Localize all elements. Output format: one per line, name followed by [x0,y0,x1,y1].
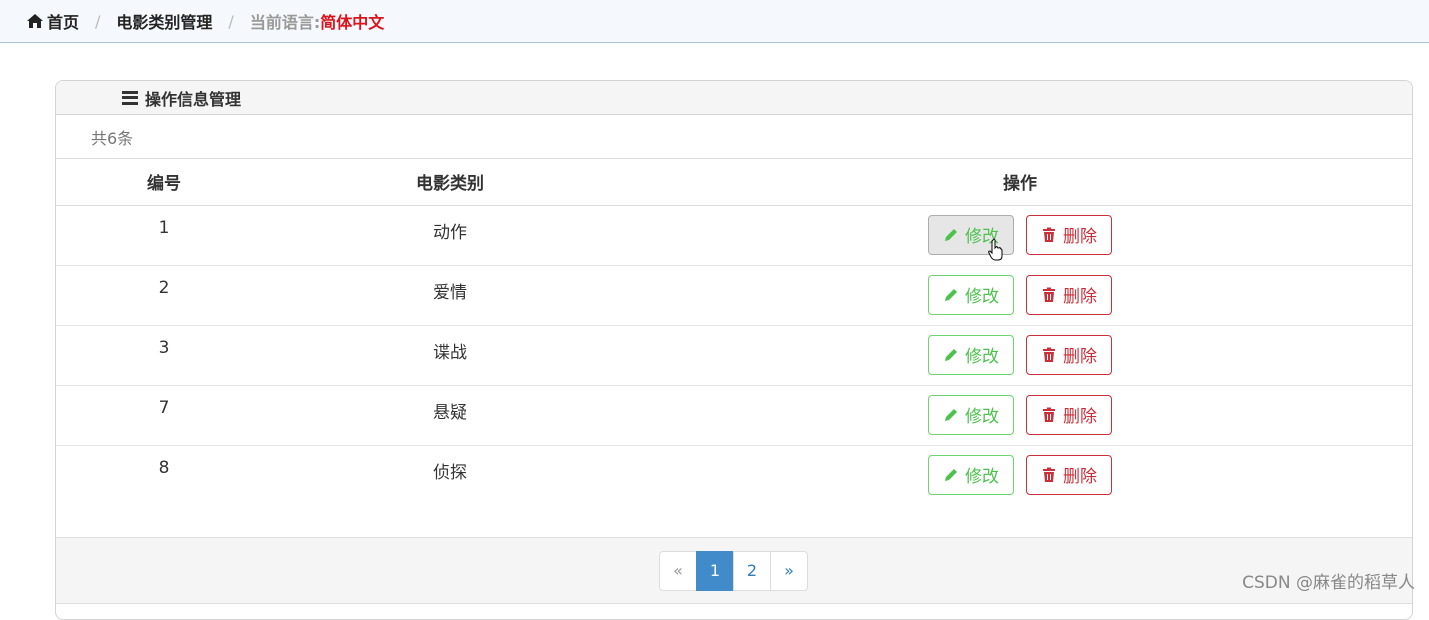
delete-button[interactable]: 删除 [1026,274,1112,315]
cell-actions: 修改 删除 [628,325,1412,385]
breadcrumb-home[interactable]: 首页 [47,9,79,33]
record-count-text: 共6条 [91,128,134,148]
cell-category: 悬疑 [433,402,467,423]
cell-id: 1 [158,217,170,238]
edit-label: 修改 [965,407,999,427]
hand-cursor-icon [988,238,1003,261]
trash-icon [1041,287,1057,303]
edit-label: 修改 [965,287,999,307]
table-spacer [56,505,1412,538]
home-icon[interactable] [26,13,44,29]
header-category: 电影类别 [272,159,628,206]
breadcrumb-section[interactable]: 电影类别管理 [116,9,212,33]
cell-category: 动作 [433,222,467,243]
breadcrumb: 首页 / 电影类别管理 / 当前语言: 简体中文 [0,0,1429,43]
panel-header: 操作信息管理 [56,81,1412,115]
table-row: 2 爱情 修改 删除 [56,265,1412,325]
panel-title: 操作信息管理 [145,89,242,109]
list-icon [122,90,138,105]
cell-actions: 修改 删除 [628,265,1412,325]
record-count: 共6条 [56,115,1412,159]
delete-label: 删除 [1063,407,1097,427]
cell-category: 谍战 [433,342,467,363]
category-table: 编号 电影类别 操作 1 动作 修改 删除 2 爱情 修改 删除 3 谍战 修改 删除 7 悬疑 修改 删除 8… [56,159,1412,505]
delete-button[interactable]: 删除 [1026,214,1112,255]
pencil-icon [943,467,959,483]
trash-icon [1041,467,1057,483]
cell-category: 爱情 [433,282,467,303]
edit-button[interactable]: 修改 [928,334,1014,375]
pencil-icon [943,347,959,363]
cell-id: 7 [158,397,170,418]
breadcrumb-separator: / [95,11,101,31]
pagination-prev[interactable]: « [659,550,697,591]
watermark: CSDN @麻雀的稻草人 [1242,573,1415,593]
language-label: 当前语言: [249,13,321,32]
language-value[interactable]: 简体中文 [320,9,384,33]
delete-button[interactable]: 删除 [1026,394,1112,435]
panel-footer: « 1 2 » [56,538,1412,604]
edit-label: 修改 [965,347,999,367]
cell-category: 侦探 [433,462,467,483]
delete-label: 删除 [1063,467,1097,487]
pagination-next[interactable]: » [770,550,808,591]
table-row: 7 悬疑 修改 删除 [56,385,1412,445]
pencil-icon [943,287,959,303]
delete-label: 删除 [1063,287,1097,307]
breadcrumb-separator: / [228,11,234,31]
table-header-row: 编号 电影类别 操作 [56,159,1412,206]
edit-button[interactable]: 修改 [928,394,1014,435]
table-row: 8 侦探 修改 删除 [56,445,1412,505]
delete-button[interactable]: 删除 [1026,334,1112,375]
delete-button[interactable]: 删除 [1026,454,1112,495]
table-row: 3 谍战 修改 删除 [56,325,1412,385]
delete-label: 删除 [1063,347,1097,367]
pencil-icon [943,407,959,423]
cell-actions: 修改 删除 [628,205,1412,265]
cell-id: 2 [158,277,170,298]
trash-icon [1041,227,1057,243]
info-panel: 操作信息管理 共6条 编号 电影类别 操作 1 动作 修改 删除 2 爱情 修改 删除 3 谍战修… [55,80,1413,620]
cell-actions: 修改 删除 [628,445,1412,505]
trash-icon [1041,407,1057,423]
pagination-page-1[interactable]: 1 [696,550,734,591]
edit-button[interactable]: 修改 [928,274,1014,315]
edit-label: 修改 [965,467,999,487]
cell-id: 3 [158,337,170,358]
table-row: 1 动作 修改 删除 [56,205,1412,265]
pagination: « 1 2 » [659,550,808,591]
header-id: 编号 [56,159,272,206]
cell-actions: 修改 删除 [628,385,1412,445]
trash-icon [1041,347,1057,363]
pagination-page-2[interactable]: 2 [733,550,771,591]
cell-id: 8 [158,457,170,478]
delete-label: 删除 [1063,227,1097,247]
pencil-icon [943,227,959,243]
edit-button[interactable]: 修改 [928,454,1014,495]
header-actions: 操作 [628,159,1412,206]
